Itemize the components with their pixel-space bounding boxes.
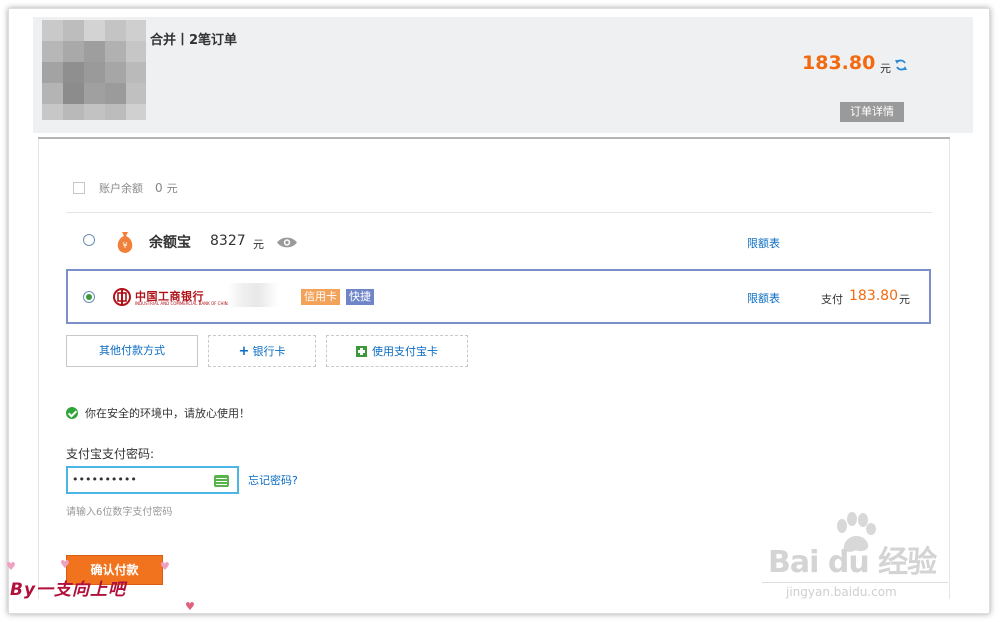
eye-icon[interactable] <box>276 236 298 249</box>
credit-card-tag: 信用卡 <box>301 289 340 305</box>
balance-value: 0 <box>155 181 163 195</box>
security-notice: 你在安全的环境中，请放心使用！ <box>66 405 250 421</box>
pay-unit: 元 <box>899 293 910 306</box>
password-hint: 请输入6位数字支付密码 <box>66 507 173 518</box>
check-circle-icon <box>66 407 78 419</box>
password-input[interactable]: •••••••••• <box>66 466 239 494</box>
yuebao-limit-link[interactable]: 限额表 <box>747 235 780 251</box>
keyboard-icon[interactable] <box>214 475 229 487</box>
use-alipay-card-button[interactable]: 使用支付宝卡 <box>326 335 468 367</box>
heart-icon: ♥ <box>6 560 16 573</box>
add-bank-card-button[interactable]: + 银行卡 <box>208 335 316 367</box>
pay-label: 支付 <box>821 293 843 306</box>
order-detail-tab[interactable]: 订单详情 <box>840 102 904 122</box>
total-unit: 元 <box>880 62 891 75</box>
balance-unit: 元 <box>166 182 178 195</box>
yuebao-name: 余额宝 <box>149 235 191 251</box>
card-number-masked <box>228 283 278 307</box>
balance-checkbox[interactable] <box>73 182 85 194</box>
pay-amount: 183.80 <box>849 288 898 304</box>
add-card-icon <box>356 345 367 357</box>
account-balance-option[interactable]: 账户余额 0 元 <box>73 178 178 198</box>
order-title: 合并丨2笔订单 <box>150 33 238 48</box>
merchant-avatar <box>42 20 146 120</box>
heart-icon: ♥ <box>60 558 70 571</box>
yuebao-unit: 元 <box>253 238 264 251</box>
yuebao-amount: 8327 <box>210 233 246 249</box>
yuebao-radio[interactable] <box>83 234 95 246</box>
watermark-divider <box>762 582 948 583</box>
password-label: 支付宝支付密码: <box>66 447 155 461</box>
bank-english-name: INDUSTRIAL AND COMMERCIAL BANK OF CHINA <box>135 301 231 306</box>
add-bank-card-label: 银行卡 <box>252 345 286 358</box>
section-divider <box>66 212 932 213</box>
refresh-icon[interactable] <box>894 58 908 72</box>
payment-panel <box>38 139 950 599</box>
password-masked-value: •••••••••• <box>72 473 137 486</box>
balance-label: 账户余额 <box>99 182 143 195</box>
bank-radio[interactable] <box>83 291 95 303</box>
watermark-url: jingyan.baidu.com <box>786 585 897 599</box>
heart-icon: ♥ <box>160 560 170 573</box>
total-amount: 183.80 <box>802 52 876 74</box>
other-payment-methods-button[interactable]: 其他付款方式 <box>66 335 198 367</box>
security-message: 你在安全的环境中，请放心使用！ <box>85 407 250 420</box>
svg-text:¥: ¥ <box>122 241 127 250</box>
bank-limit-link[interactable]: 限额表 <box>747 290 780 306</box>
forgot-password-link[interactable]: 忘记密码? <box>248 472 298 488</box>
plus-icon: + <box>238 343 250 359</box>
quick-pay-tag: 快捷 <box>346 289 374 305</box>
heart-icon: ♥ <box>185 600 195 613</box>
icbc-logo-icon <box>113 288 131 306</box>
money-bag-icon: ¥ <box>117 232 133 253</box>
use-alipay-card-label: 使用支付宝卡 <box>372 345 438 358</box>
author-signature: By一支向上吧 <box>10 580 127 600</box>
baidu-jingyan-watermark: Bai du 经验 <box>768 545 937 580</box>
